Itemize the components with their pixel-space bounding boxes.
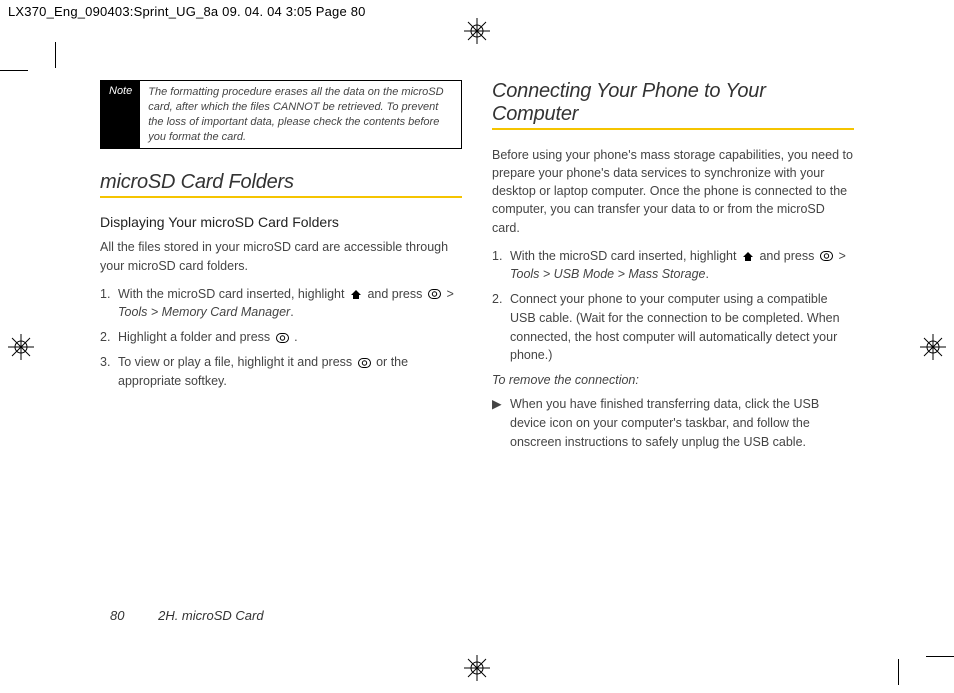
step-number: 2.	[492, 290, 510, 365]
page-body: Note The formatting procedure erases all…	[100, 80, 854, 633]
step-text: Connect your phone to your computer usin…	[510, 292, 840, 362]
bullet-text: When you have finished transferring data…	[510, 395, 854, 451]
step-text: .	[294, 330, 297, 344]
ok-key-icon	[428, 289, 441, 299]
bullet-list: ▶ When you have finished transferring da…	[492, 395, 854, 451]
step-text: To view or play a file, highlight it and…	[118, 355, 356, 369]
step-text: and press	[759, 249, 817, 263]
sub-heading: To remove the connection:	[492, 373, 854, 387]
list-item: 1. With the microSD card inserted, highl…	[492, 247, 854, 285]
left-column: Note The formatting procedure erases all…	[100, 80, 462, 451]
crop-mark	[0, 70, 28, 71]
ok-key-icon	[820, 251, 833, 261]
list-item: 1. With the microSD card inserted, highl…	[100, 285, 462, 323]
step-number: 2.	[100, 328, 118, 347]
crop-mark	[898, 659, 899, 685]
step-list: 1. With the microSD card inserted, highl…	[100, 285, 462, 391]
regmark-icon	[920, 334, 946, 360]
ok-key-icon	[276, 333, 289, 343]
note-body: The formatting procedure erases all the …	[140, 81, 461, 148]
intro-text: Before using your phone's mass storage c…	[492, 146, 854, 237]
intro-text: All the files stored in your microSD car…	[100, 238, 462, 274]
note-label: Note	[101, 81, 140, 148]
step-text: .	[705, 267, 708, 281]
regmark-icon	[464, 18, 490, 44]
list-item: 3. To view or play a file, highlight it …	[100, 353, 462, 391]
regmark-icon	[464, 655, 490, 681]
step-text: With the microSD card inserted, highligh…	[510, 249, 740, 263]
crop-mark	[926, 656, 954, 657]
note-box: Note The formatting procedure erases all…	[100, 80, 462, 149]
regmark-icon	[8, 334, 34, 360]
step-number: 1.	[100, 285, 118, 323]
page-number: 80	[110, 608, 124, 623]
step-number: 1.	[492, 247, 510, 285]
arrow-icon: ▶	[492, 395, 510, 451]
page-footer: 80 2H. microSD Card	[110, 608, 264, 623]
crop-mark	[55, 42, 56, 68]
step-number: 3.	[100, 353, 118, 391]
list-item: 2. Connect your phone to your computer u…	[492, 290, 854, 365]
list-item: 2. Highlight a folder and press .	[100, 328, 462, 347]
ok-key-icon	[358, 358, 371, 368]
home-icon	[742, 251, 754, 262]
step-list: 1. With the microSD card inserted, highl…	[492, 247, 854, 366]
section-heading: Connecting Your Phone to Your Computer	[492, 80, 854, 130]
subsection-heading: Displaying Your microSD Card Folders	[100, 214, 462, 230]
list-item: ▶ When you have finished transferring da…	[492, 395, 854, 451]
step-text: With the microSD card inserted, highligh…	[118, 287, 348, 301]
section-heading: microSD Card Folders	[100, 171, 462, 198]
step-text: and press	[367, 287, 425, 301]
step-text: .	[290, 305, 293, 319]
section-label: 2H. microSD Card	[158, 608, 263, 623]
step-text: Highlight a folder and press	[118, 330, 274, 344]
home-icon	[350, 289, 362, 300]
right-column: Connecting Your Phone to Your Computer B…	[492, 80, 854, 451]
